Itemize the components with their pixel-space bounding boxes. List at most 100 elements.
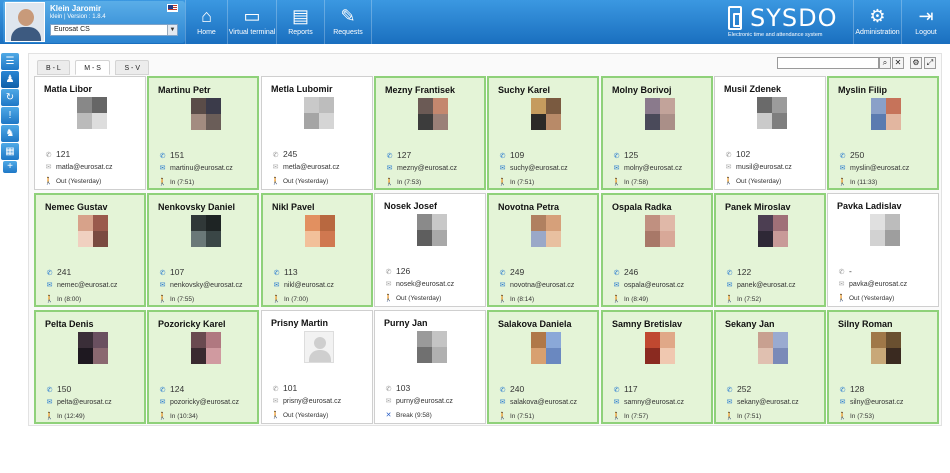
nav-home-label: Home bbox=[197, 29, 216, 36]
group-icon[interactable]: ♞ bbox=[1, 125, 19, 142]
employee-email-row: ✉ nemec@eurosat.cz bbox=[45, 281, 118, 289]
employee-photo bbox=[531, 332, 561, 364]
employee-card[interactable]: Suchy Karel ✆ 109 ✉ suchy@eurosat.cz 🚶 In (7:5… bbox=[487, 76, 599, 190]
phone-icon: ✆ bbox=[46, 387, 53, 394]
employee-name: Martinu Petr bbox=[158, 85, 211, 95]
phone-icon: ✆ bbox=[613, 387, 620, 394]
employee-name: Panek Miroslav bbox=[725, 202, 791, 212]
employee-photo bbox=[78, 332, 108, 364]
employee-name: Musil Zdenek bbox=[724, 84, 782, 94]
logo-subtitle: Electronic time and attendance system bbox=[728, 32, 823, 38]
employee-card[interactable]: Martinu Petr ✆ 151 ✉ martinu@eurosat.cz 🚶 In (… bbox=[147, 76, 259, 190]
employee-photo bbox=[305, 215, 335, 247]
employee-card[interactable]: Molny Borivoj ✆ 125 ✉ molny@eurosat.cz 🚶 In (7… bbox=[601, 76, 713, 190]
language-flag-icon[interactable] bbox=[167, 4, 178, 12]
home-icon: ⌂ bbox=[201, 6, 212, 26]
nav-virtual-terminal-button[interactable]: ▭ Virtual terminal bbox=[227, 0, 276, 44]
employee-card[interactable]: Prisny Martin ✆ 101 ✉ prisny@eurosat.cz 🚶 Out … bbox=[261, 310, 373, 424]
employee-email: ospala@eurosat.cz bbox=[624, 282, 685, 289]
employee-extension: 122 bbox=[737, 267, 752, 277]
calendar-icon[interactable]: ▦ bbox=[1, 143, 19, 160]
list-icon[interactable]: ☰ bbox=[1, 53, 19, 70]
logo-mark-icon bbox=[728, 6, 742, 30]
employee-email-row: ✉ prisny@eurosat.cz bbox=[271, 397, 342, 405]
employee-card[interactable]: Novotna Petra ✆ 249 ✉ novotna@eurosat.cz 🚶 In … bbox=[487, 193, 599, 307]
nav-requests-button[interactable]: ✎ Requests bbox=[324, 0, 372, 44]
tab-m-s[interactable]: M - S bbox=[75, 60, 110, 75]
employee-card[interactable]: Silny Roman ✆ 128 ✉ silny@eurosat.cz 🚶 In (7:5… bbox=[827, 310, 939, 424]
employee-extension: 125 bbox=[624, 150, 639, 160]
employee-email-row: ✉ martinu@eurosat.cz bbox=[158, 164, 233, 172]
search-icon[interactable]: ⌕ bbox=[879, 57, 891, 69]
nav-reports-button[interactable]: ▤ Reports bbox=[276, 0, 324, 44]
employee-card[interactable]: Metla Lubomir ✆ 245 ✉ metla@eurosat.cz 🚶 Out (… bbox=[261, 76, 373, 190]
employee-extension: 103 bbox=[396, 383, 411, 393]
employee-card[interactable]: Sekany Jan ✆ 252 ✉ sekany@eurosat.cz 🚶 In (7:5… bbox=[714, 310, 826, 424]
employee-extension: 249 bbox=[510, 267, 525, 277]
employee-card[interactable]: Pozoricky Karel ✆ 124 ✉ pozoricky@eurosat.cz… bbox=[147, 310, 259, 424]
employee-status: In (10:34) bbox=[170, 413, 198, 420]
tab-s-v[interactable]: S - V bbox=[115, 60, 149, 75]
employee-card[interactable]: Nenkovsky Daniel ✆ 107 ✉ nenkovsky@eurosat.c… bbox=[147, 193, 259, 307]
employee-card[interactable]: Panek Miroslav ✆ 122 ✉ panek@eurosat.cz 🚶 In (… bbox=[714, 193, 826, 307]
employee-status: In (7:51) bbox=[170, 179, 195, 186]
phone-icon: ✆ bbox=[725, 152, 732, 159]
employee-email: musil@eurosat.cz bbox=[736, 164, 792, 171]
refresh-user-icon[interactable]: ↻ bbox=[1, 89, 19, 106]
nav-administration-button[interactable]: ⚙ Administration bbox=[853, 0, 901, 44]
employee-name: Purny Jan bbox=[384, 318, 428, 328]
employee-card[interactable]: Nemec Gustav ✆ 241 ✉ nemec@eurosat.cz 🚶 In (8:… bbox=[34, 193, 146, 307]
nav-logout-button[interactable]: ⇥ Logout bbox=[901, 0, 950, 44]
company-select[interactable]: Eurosat CS ▼ bbox=[50, 24, 178, 36]
phone-icon: ✆ bbox=[613, 270, 620, 277]
employee-status-row: 🚶 In (7:52) bbox=[725, 295, 761, 303]
employee-name: Matla Libor bbox=[44, 84, 93, 94]
fullscreen-icon[interactable]: ⤢ bbox=[924, 57, 936, 69]
people-icon[interactable]: ♟ bbox=[1, 71, 19, 88]
employee-card[interactable]: Nosek Josef ✆ 126 ✉ nosek@eurosat.cz 🚶 Out (Ye… bbox=[374, 193, 486, 307]
employee-card[interactable]: Myslin Filip ✆ 250 ✉ myslin@eurosat.cz 🚶 In (1… bbox=[827, 76, 939, 190]
employee-name: Prisny Martin bbox=[271, 318, 329, 328]
employee-status-row: 🚶 In (7:51) bbox=[725, 412, 761, 420]
employee-card[interactable]: Mezny Frantisek ✆ 127 ✉ mezny@eurosat.cz 🚶 In … bbox=[374, 76, 486, 190]
employee-photo bbox=[417, 331, 447, 363]
employee-card[interactable]: Salakova Daniela ✆ 240 ✉ salakova@eurosat.cz… bbox=[487, 310, 599, 424]
employee-email: pavka@eurosat.cz bbox=[849, 281, 908, 288]
employee-name: Silny Roman bbox=[838, 319, 893, 329]
email-icon: ✉ bbox=[46, 399, 53, 406]
employee-extension-row: ✆ 246 bbox=[612, 267, 639, 277]
nav-reports-label: Reports bbox=[288, 29, 313, 36]
employee-email-row: ✉ suchy@eurosat.cz bbox=[498, 164, 568, 172]
employee-status: In (7:55) bbox=[170, 296, 195, 303]
employee-status-row: 🚶 Out (Yesterday) bbox=[44, 177, 101, 185]
employee-email-row: ✉ sekany@eurosat.cz bbox=[725, 398, 799, 406]
employee-extension: 127 bbox=[397, 150, 412, 160]
walking-in-icon: 🚶 bbox=[498, 179, 507, 186]
default-user-icon bbox=[304, 331, 334, 363]
employee-card[interactable]: Samny Bretislav ✆ 117 ✉ samny@eurosat.cz 🚶 In … bbox=[601, 310, 713, 424]
add-icon[interactable]: + bbox=[3, 161, 17, 173]
employee-name: Myslin Filip bbox=[838, 85, 888, 95]
employee-extension-row: ✆ 240 bbox=[498, 384, 525, 394]
nav-home-button[interactable]: ⌂ Home bbox=[185, 0, 227, 44]
tab-b-l[interactable]: B - L bbox=[37, 60, 70, 75]
employee-card[interactable]: Musil Zdenek ✆ 102 ✉ musil@eurosat.cz 🚶 Out (Y… bbox=[714, 76, 826, 190]
email-icon: ✉ bbox=[385, 281, 392, 288]
close-icon[interactable]: ✕ bbox=[892, 57, 904, 69]
employee-card[interactable]: Nikl Pavel ✆ 113 ✉ nikl@eurosat.cz 🚶 In (7:00) bbox=[261, 193, 373, 307]
gear-icon[interactable]: ⚙ bbox=[910, 57, 922, 69]
employee-card[interactable]: Ospala Radka ✆ 246 ✉ ospala@eurosat.cz 🚶 In (8… bbox=[601, 193, 713, 307]
employee-email: novotna@eurosat.cz bbox=[510, 282, 575, 289]
alert-icon[interactable]: ! bbox=[1, 107, 19, 124]
employee-card[interactable]: Pavka Ladislav ✆ - ✉ pavka@eurosat.cz 🚶 Out (Y… bbox=[827, 193, 939, 307]
employee-extension-row: ✆ 241 bbox=[45, 267, 72, 277]
employee-status: In (7:58) bbox=[624, 179, 649, 186]
employee-card[interactable]: Pelta Denis ✆ 150 ✉ pelta@eurosat.cz 🚶 In (12:… bbox=[34, 310, 146, 424]
employee-status-row: 🚶 In (7:00) bbox=[272, 295, 308, 303]
walking-in-icon: 🚶 bbox=[725, 296, 734, 303]
employee-status: In (8:00) bbox=[57, 296, 82, 303]
search-input[interactable] bbox=[777, 57, 879, 69]
employee-card[interactable]: Purny Jan ✆ 103 ✉ purny@eurosat.cz ✕ Break (9:… bbox=[374, 310, 486, 424]
employee-card[interactable]: Matla Libor ✆ 121 ✉ matla@eurosat.cz 🚶 Out (Ye… bbox=[34, 76, 146, 190]
employee-extension: 107 bbox=[170, 267, 185, 277]
